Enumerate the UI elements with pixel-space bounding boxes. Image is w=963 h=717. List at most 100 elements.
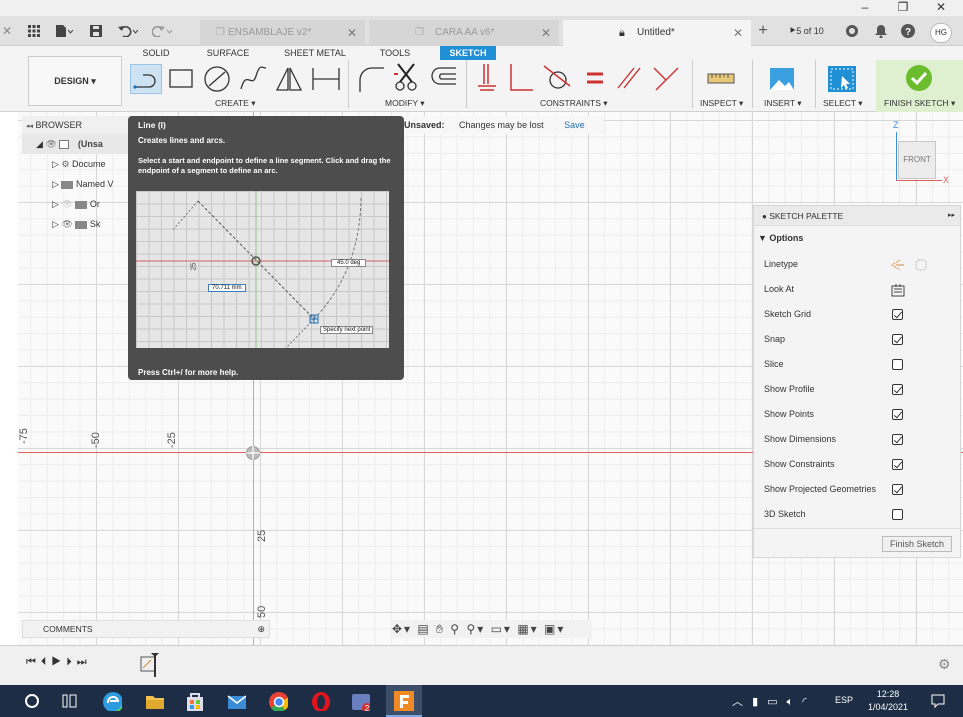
notification-bell-icon[interactable]: [871, 20, 891, 42]
new-tab-button[interactable]: +: [754, 20, 772, 42]
close-tab-icon[interactable]: ✕: [733, 20, 743, 46]
store-icon[interactable]: [184, 691, 204, 711]
volume-icon[interactable]: 🔈︎: [787, 696, 797, 708]
visibility-eye-icon[interactable]: 👁︎: [45, 139, 56, 149]
timeline-settings-gear-icon[interactable]: ⚙: [938, 656, 951, 673]
close-tab-icon[interactable]: ✕: [347, 20, 357, 46]
insert-image-button[interactable]: [768, 66, 796, 92]
viewports-icon[interactable]: ▣▾: [544, 622, 565, 636]
line-tool-button[interactable]: [130, 64, 162, 94]
visibility-eye-icon[interactable]: 👁︎: [61, 219, 72, 229]
coincident-constraint-button[interactable]: [650, 62, 680, 94]
linetype-construction-icon[interactable]: [890, 258, 930, 272]
sketch-timeline-marker-icon[interactable]: [138, 651, 164, 679]
workspace-design-dropdown[interactable]: DESIGN ▾: [28, 56, 122, 106]
undo-icon[interactable]: [114, 20, 144, 42]
browser-item-origin[interactable]: ▷ 👁︎ Or: [22, 194, 132, 214]
expand-triangle-icon[interactable]: ▷: [52, 219, 59, 229]
select-tool-button[interactable]: [826, 64, 858, 94]
expand-triangle-icon[interactable]: ▷: [52, 199, 59, 209]
equal-constraint-button[interactable]: [582, 62, 608, 94]
tab-cara-aa[interactable]: ❒ CARA AA v6* ✕: [369, 20, 559, 46]
show-projected-geometries-checkbox[interactable]: [892, 484, 903, 495]
palette-header[interactable]: ● SKETCH PALETTE ▸▸: [754, 206, 960, 226]
tray-chevron-icon[interactable]: ︿: [732, 696, 746, 708]
browser-item-root[interactable]: ◢ 👁︎ (Unsa: [22, 134, 132, 154]
user-avatar[interactable]: HG: [930, 23, 952, 43]
redo-icon[interactable]: [148, 20, 178, 42]
battery-icon[interactable]: ▭: [767, 696, 780, 708]
notifications-icon[interactable]: [930, 693, 946, 709]
trim-tool-button[interactable]: [392, 60, 422, 94]
step-back-icon[interactable]: ⏴: [41, 656, 52, 668]
viewcube-front-face[interactable]: FRONT: [898, 141, 936, 179]
add-comment-icon[interactable]: ⊕: [257, 621, 265, 637]
task-view-icon[interactable]: [60, 691, 80, 711]
finish-sketch-label[interactable]: FINISH SKETCH ▾: [884, 98, 955, 109]
3d-sketch-checkbox[interactable]: [892, 509, 903, 520]
app-grid-icon[interactable]: [22, 20, 46, 42]
display-settings-icon[interactable]: ▭▾: [491, 622, 512, 636]
save-link[interactable]: Save: [546, 120, 585, 130]
browser-item-sketches[interactable]: ▷ 👁︎ Sk: [22, 214, 132, 234]
clock[interactable]: 12:28 1/04/2021: [862, 688, 914, 714]
spline-tool-button[interactable]: [238, 64, 268, 94]
dimension-tool-button[interactable]: [310, 64, 342, 94]
insert-group-label[interactable]: INSERT ▾: [764, 98, 802, 109]
visibility-eye-icon[interactable]: 👁︎: [61, 199, 72, 209]
edge-browser-icon[interactable]: [102, 691, 122, 711]
play-icon[interactable]: ▶: [51, 656, 66, 668]
grid-settings-icon[interactable]: ▦▾: [517, 622, 538, 636]
slice-checkbox[interactable]: [892, 359, 903, 370]
look-at-icon[interactable]: ▤: [417, 622, 430, 636]
mirror-tool-button[interactable]: [274, 64, 304, 94]
pan-hand-icon[interactable]: ✋︎: [436, 622, 445, 636]
constraints-group-label[interactable]: CONSTRAINTS ▾: [540, 98, 608, 109]
sketch-grid-checkbox[interactable]: [892, 309, 903, 320]
offset-tool-button[interactable]: [428, 64, 458, 94]
inspect-group-label[interactable]: INSPECT ▾: [700, 98, 743, 109]
options-section-header[interactable]: ▼ Options: [758, 230, 803, 246]
expand-palette-icon[interactable]: ▸▸: [948, 206, 955, 226]
show-constraints-checkbox[interactable]: [892, 459, 903, 470]
wifi-icon[interactable]: ◜: [802, 696, 809, 708]
search-circle-icon[interactable]: [22, 691, 42, 711]
help-icon[interactable]: ?: [898, 20, 918, 42]
tab-solid[interactable]: SOLID: [136, 46, 176, 60]
close-panel-icon[interactable]: ✕: [0, 20, 14, 42]
viewcube[interactable]: Z X FRONT: [888, 120, 949, 190]
expand-triangle-icon[interactable]: ▷: [52, 159, 59, 169]
game-app-icon[interactable]: 2: [350, 691, 370, 711]
chrome-icon[interactable]: [268, 691, 288, 711]
mail-icon[interactable]: [226, 691, 246, 711]
perpendicular-constraint-button[interactable]: [506, 62, 536, 94]
snap-checkbox[interactable]: [892, 334, 903, 345]
circle-tool-button[interactable]: [202, 64, 232, 94]
tab-tools[interactable]: TOOLS: [370, 46, 420, 60]
expand-triangle-icon[interactable]: ▷: [52, 179, 59, 189]
orbit-icon[interactable]: ✥▾: [392, 622, 412, 636]
fusion-taskbar-button[interactable]: [386, 685, 422, 717]
tab-sheet-metal[interactable]: SHEET METAL: [280, 46, 350, 60]
browser-header[interactable]: ◂◂ BROWSER: [22, 116, 132, 134]
step-forward-icon[interactable]: ⏵: [66, 656, 77, 668]
rectangle-tool-button[interactable]: [167, 66, 195, 92]
show-dimensions-checkbox[interactable]: [892, 434, 903, 445]
minimize-button[interactable]: –: [850, 0, 880, 16]
look-at-icon[interactable]: [891, 283, 905, 297]
expand-triangle-icon[interactable]: ◢: [36, 139, 43, 149]
show-points-checkbox[interactable]: [892, 409, 903, 420]
save-icon[interactable]: [86, 20, 106, 42]
job-status-icon[interactable]: [842, 20, 862, 42]
modify-group-label[interactable]: MODIFY ▾: [385, 98, 425, 109]
collapse-icon[interactable]: ◂◂: [26, 123, 33, 130]
browser-item-named-views[interactable]: ▷ Named V: [22, 174, 132, 194]
file-menu-icon[interactable]: [50, 20, 78, 42]
language-indicator[interactable]: ESP: [835, 695, 853, 705]
tab-sketch[interactable]: SKETCH: [440, 46, 496, 60]
usb-icon[interactable]: ▮: [752, 696, 761, 708]
version-button[interactable]: ⯈5 of 10: [780, 20, 832, 42]
select-group-label[interactable]: SELECT ▾: [823, 98, 863, 109]
tab-untitled[interactable]: 🔒︎ Untitled* ✕: [563, 20, 751, 46]
file-explorer-icon[interactable]: [144, 691, 164, 711]
